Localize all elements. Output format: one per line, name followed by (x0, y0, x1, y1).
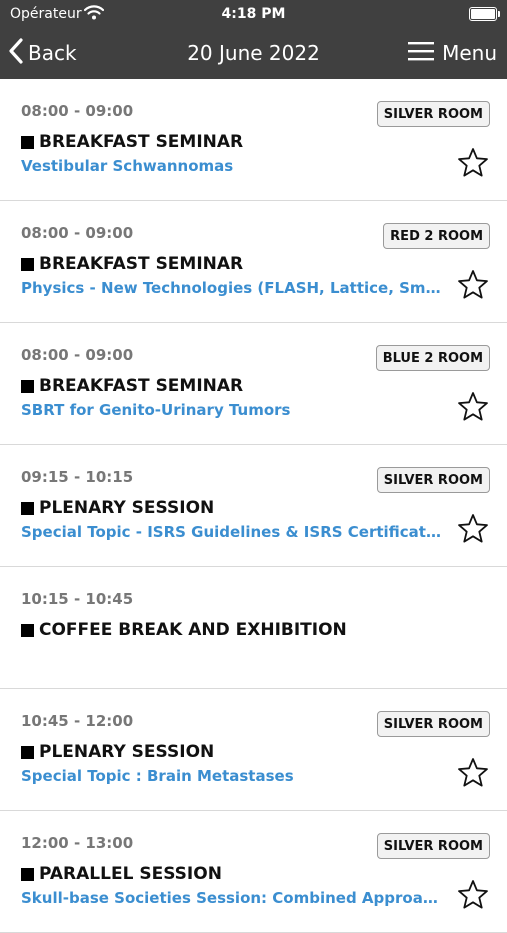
session-row[interactable]: 12:00 - 13:00 SILVER ROOM PARALLEL SESSION… (0, 811, 507, 933)
room-badge: SILVER ROOM (376, 467, 490, 493)
session-time: 12:00 - 13:00 (21, 834, 134, 852)
session-title-link[interactable]: Special Topic - ISRS Guidelines & ISRS C… (21, 523, 441, 541)
favorite-star-icon[interactable] (457, 879, 489, 911)
room-badge: SILVER ROOM (376, 833, 490, 859)
favorite-star-icon[interactable] (457, 147, 489, 179)
session-type-label: BREAKFAST SEMINAR (39, 254, 244, 274)
session-title-link[interactable]: SBRT for Genito-Urinary Tumors (21, 401, 441, 419)
navigation-bar: Back 20 June 2022 Menu (0, 28, 507, 79)
session-time: 09:15 - 10:15 (21, 468, 134, 486)
menu-button[interactable]: Menu (408, 36, 497, 70)
square-bullet-icon (21, 501, 34, 515)
square-bullet-icon (21, 135, 34, 149)
status-bar: Opérateur 4:18 PM (0, 0, 507, 28)
favorite-star-icon[interactable] (457, 391, 489, 423)
session-type: PARALLEL SESSION (21, 864, 222, 884)
session-type-label: PLENARY SESSION (39, 742, 215, 762)
session-type: BREAKFAST SEMINAR (21, 254, 243, 274)
session-type-label: BREAKFAST SEMINAR (39, 132, 244, 152)
room-badge: SILVER ROOM (376, 711, 490, 737)
session-time: 08:00 - 09:00 (21, 102, 134, 120)
session-list: 08:00 - 09:00 SILVER ROOM BREAKFAST SEMINA… (0, 79, 507, 933)
session-time: 08:00 - 09:00 (21, 224, 134, 242)
square-bullet-icon (21, 379, 34, 393)
favorite-star-icon[interactable] (457, 757, 489, 789)
room-badge: SILVER ROOM (376, 101, 490, 127)
session-row[interactable]: 10:45 - 12:00 SILVER ROOM PLENARY SESSION S… (0, 689, 507, 811)
session-type-label: PARALLEL SESSION (39, 864, 222, 884)
session-type-label: BREAKFAST SEMINAR (39, 376, 244, 396)
session-time: 08:00 - 09:00 (21, 346, 134, 364)
favorite-star-icon[interactable] (457, 513, 489, 545)
square-bullet-icon (21, 623, 34, 637)
session-row[interactable]: 09:15 - 10:15 SILVER ROOM PLENARY SESSION S… (0, 445, 507, 567)
session-time: 10:15 - 10:45 (21, 590, 134, 608)
menu-label: Menu (442, 41, 497, 65)
room-badge: RED 2 ROOM (383, 223, 490, 249)
battery-icon (469, 7, 500, 21)
session-time: 10:45 - 12:00 (21, 712, 134, 730)
session-type: BREAKFAST SEMINAR (21, 376, 243, 396)
session-title-link[interactable]: Physics - New Technologies (FLASH, Latti… (21, 279, 441, 297)
session-title-link[interactable]: Vestibular Schwannomas (21, 157, 441, 175)
session-row[interactable]: 08:00 - 09:00 BLUE 2 ROOM BREAKFAST SEMINA… (0, 323, 507, 445)
favorite-star-icon[interactable] (457, 269, 489, 301)
session-type: PLENARY SESSION (21, 498, 214, 518)
session-type: COFFEE BREAK AND EXHIBITION (21, 620, 347, 640)
square-bullet-icon (21, 257, 34, 271)
session-title-link[interactable]: Skull-base Societies Session: Combined A… (21, 889, 441, 907)
top-bar: Opérateur 4:18 PM Back 20 June 2022 Menu (0, 0, 507, 79)
session-type-label: COFFEE BREAK AND EXHIBITION (39, 620, 347, 640)
room-badge: BLUE 2 ROOM (375, 345, 490, 371)
session-type-label: PLENARY SESSION (39, 498, 215, 518)
session-type: PLENARY SESSION (21, 742, 214, 762)
session-type: BREAKFAST SEMINAR (21, 132, 243, 152)
session-row[interactable]: 08:00 - 09:00 RED 2 ROOM BREAKFAST SEMINAR… (0, 201, 507, 323)
status-time: 4:18 PM (221, 6, 286, 22)
session-title-link[interactable]: Special Topic : Brain Metastases (21, 767, 441, 785)
square-bullet-icon (21, 745, 34, 759)
hamburger-icon (408, 41, 435, 65)
session-row[interactable]: 08:00 - 09:00 SILVER ROOM BREAKFAST SEMINA… (0, 79, 507, 201)
square-bullet-icon (21, 867, 34, 881)
session-row[interactable]: 10:15 - 10:45 COFFEE BREAK AND EXHIBITION (0, 567, 507, 689)
